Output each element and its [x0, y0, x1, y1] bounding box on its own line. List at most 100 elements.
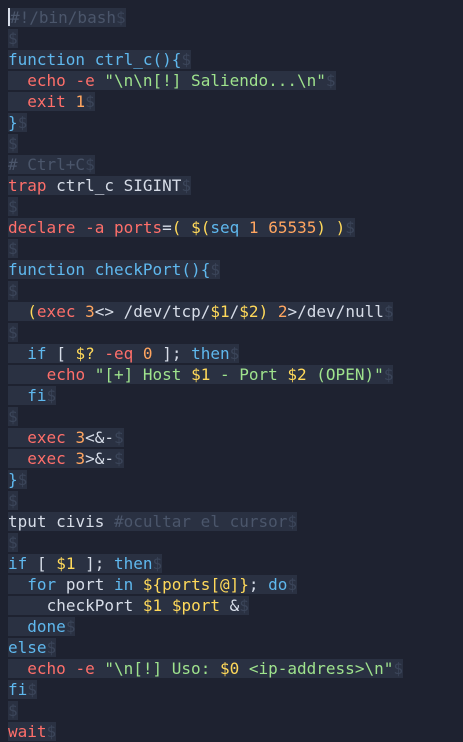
code-line-text: else$ [8, 638, 57, 657]
eol-marker: $ [114, 428, 124, 447]
code-line-text: function checkPort(){$ [8, 260, 220, 279]
eol-marker: $ [229, 344, 240, 363]
eol-marker: $ [8, 239, 18, 258]
code-line-text: echo -e "\n[!] Uso: $0 <ip-address>\n"$ [8, 659, 403, 678]
eol-marker: $ [287, 575, 298, 594]
code-line-text: (exec 3<> /dev/tcp/$1/$2) 2>/dev/null$ [8, 302, 394, 321]
eol-marker: $ [8, 701, 18, 720]
code-line-text: function ctrl_c(){$ [8, 50, 192, 69]
eol-marker: $ [181, 176, 192, 195]
code-line: for port in ${ports[@]}; do$ [8, 574, 298, 595]
code-line: }$ [8, 112, 28, 133]
eol-marker: $ [239, 596, 249, 615]
code-line-text: wait$ [8, 722, 57, 741]
code-line: echo -e "\n[!] Uso: $0 <ip-address>\n"$ [8, 658, 403, 679]
code-line: declare -a ports=( $(seq 1 65535) )$ [8, 217, 355, 238]
code-line-text: $ [8, 281, 18, 300]
code-line: exec 3>&-$ [8, 448, 124, 469]
code-line: $ [8, 196, 18, 217]
code-line-text: $ [8, 533, 18, 552]
code-line: wait$ [8, 721, 57, 742]
eol-marker: $ [85, 155, 95, 174]
eol-marker: $ [287, 512, 298, 531]
code-line-text: fi$ [8, 386, 57, 405]
code-line-text: exit 1$ [8, 92, 95, 111]
eol-marker: $ [8, 134, 18, 153]
eol-marker: $ [114, 449, 124, 468]
code-line: done$ [8, 616, 76, 637]
code-line-text: }$ [8, 113, 28, 132]
code-line-text: #!/bin/bash$ [8, 8, 126, 27]
code-line-text: if [ $1 ]; then$ [8, 554, 163, 573]
code-line: $ [8, 238, 18, 259]
code-line-text: $ [8, 323, 18, 342]
code-line: $ [8, 490, 18, 511]
eol-marker: $ [46, 386, 57, 405]
eol-marker: $ [152, 554, 163, 573]
eol-marker: $ [46, 638, 57, 657]
code-line-text: $ [8, 29, 18, 48]
eol-marker: $ [17, 470, 28, 489]
code-line: checkPort $1 $port &$ [8, 595, 249, 616]
code-line: fi$ [8, 679, 37, 700]
eol-marker: $ [46, 722, 57, 741]
eol-marker: $ [393, 659, 403, 678]
code-line: fi$ [8, 385, 57, 406]
code-line-text: declare -a ports=( $(seq 1 65535) )$ [8, 218, 355, 237]
eol-marker: $ [27, 680, 37, 699]
code-line: (exec 3<> /dev/tcp/$1/$2) 2>/dev/null$ [8, 301, 394, 322]
eol-marker: $ [8, 29, 18, 48]
eol-marker: $ [8, 281, 18, 300]
eol-marker: $ [85, 92, 95, 111]
code-line: exec 3<&-$ [8, 427, 124, 448]
code-line: echo "[+] Host $1 - Port $2 (OPEN)"$ [8, 364, 394, 385]
code-line: function checkPort(){$ [8, 259, 220, 280]
code-line: $ [8, 133, 18, 154]
eol-marker: $ [181, 50, 192, 69]
code-line-text: if [ $? -eq 0 ]; then$ [8, 344, 240, 363]
code-line: exit 1$ [8, 91, 95, 112]
eol-marker: $ [8, 407, 18, 426]
code-line: $ [8, 28, 18, 49]
eol-marker: $ [65, 617, 76, 636]
eol-marker: $ [345, 218, 355, 237]
code-line-text: exec 3<&-$ [8, 428, 124, 447]
code-line: else$ [8, 637, 57, 658]
code-line: function ctrl_c(){$ [8, 49, 192, 70]
code-line-text: fi$ [8, 680, 37, 699]
code-line: $ [8, 280, 18, 301]
code-line-text: trap ctrl_c SIGINT$ [8, 176, 192, 195]
eol-marker: $ [8, 533, 18, 552]
code-line-text: $ [8, 701, 18, 720]
eol-marker: $ [8, 197, 18, 216]
code-line-text: done$ [8, 617, 76, 636]
code-line-text: echo -e "\n\n[!] Saliendo...\n"$ [8, 71, 336, 90]
code-line: # Ctrl+C$ [8, 154, 95, 175]
code-line: $ [8, 322, 18, 343]
eol-marker: $ [325, 71, 336, 90]
eol-marker: $ [17, 113, 28, 132]
code-line-text: $ [8, 239, 18, 258]
code-line: $ [8, 532, 18, 553]
eol-marker: $ [115, 8, 126, 27]
code-line-text: for port in ${ports[@]}; do$ [8, 575, 298, 594]
code-line-text: $ [8, 491, 18, 510]
code-editor[interactable]: #!/bin/bash$ $ function ctrl_c(){$ echo -e… [0, 0, 463, 742]
eol-marker: $ [383, 365, 394, 384]
eol-marker: $ [210, 260, 220, 279]
code-line: if [ $1 ]; then$ [8, 553, 163, 574]
code-line: if [ $? -eq 0 ]; then$ [8, 343, 240, 364]
code-line-text: checkPort $1 $port &$ [8, 596, 249, 615]
code-line: #!/bin/bash$ [8, 7, 126, 28]
code-line: $ [8, 700, 18, 721]
code-line-text: }$ [8, 470, 28, 489]
code-line-text: $ [8, 407, 18, 426]
code-line: tput civis #ocultar el cursor$ [8, 511, 298, 532]
code-line: }$ [8, 469, 28, 490]
eol-marker: $ [8, 323, 18, 342]
code-line-text: $ [8, 197, 18, 216]
code-line: trap ctrl_c SIGINT$ [8, 175, 192, 196]
code-line: $ [8, 406, 18, 427]
code-line-text: $ [8, 134, 18, 153]
code-line-text: echo "[+] Host $1 - Port $2 (OPEN)"$ [8, 365, 394, 384]
